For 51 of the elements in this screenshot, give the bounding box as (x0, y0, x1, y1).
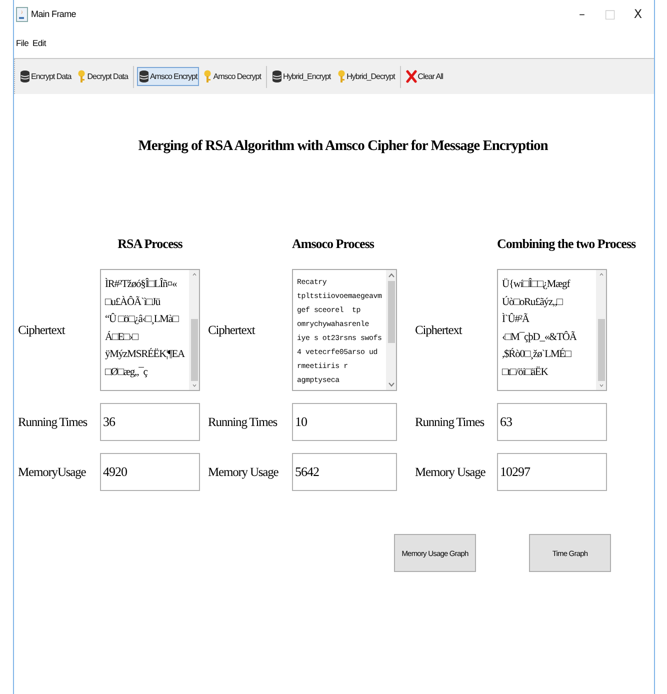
section-title: RSA Process (118, 236, 182, 252)
section-title: Combining the two Process (497, 236, 636, 252)
field-label: MemoryUsage (18, 464, 87, 480)
scroll-up-icon[interactable] (388, 273, 394, 278)
scroll-down-icon[interactable] (190, 384, 198, 387)
toolbar-button[interactable]: Hybrid_Decrypt (334, 67, 397, 86)
window-control-button[interactable]: X (626, 7, 650, 21)
field-label: Memory Usage (208, 464, 280, 480)
database-icon (138, 70, 149, 83)
window-control-button[interactable]: – (570, 7, 594, 21)
ciphertext-area[interactable]: Ü{wí□Î□□¿Mægf Úò□oRu£ãýz„□ Ì`Û#²Ã ‹□M¯çþD_«&TÔÃ ,$Ŕò0□¸žø`LMÉ□ □t□/öi□äËK (497, 269, 607, 391)
running-time-field[interactable]: 10 (292, 403, 397, 441)
scroll-up-icon[interactable] (190, 273, 198, 276)
memory-usage-field[interactable]: 5642 (292, 453, 397, 491)
menu-item[interactable]: Edit (32, 38, 46, 48)
scrollbar[interactable] (189, 270, 199, 390)
field-label: Ciphertext (18, 322, 66, 338)
toolbar-button[interactable]: Decrypt Data (75, 67, 130, 86)
database-icon (20, 70, 30, 83)
toolbar-button[interactable]: Amsco Encrypt (136, 67, 200, 86)
memory-usage-field[interactable]: 4920 (100, 453, 200, 491)
scrollbar[interactable] (386, 270, 396, 390)
scroll-down-icon[interactable] (388, 382, 394, 387)
toolbar-button[interactable]: Hybrid_Encrypt (270, 67, 333, 86)
page-heading: Merging of RSA Algorithm with Amsco Cipher for Message Encryption (137, 138, 550, 155)
scrollbar[interactable] (596, 270, 606, 390)
close-icon (406, 70, 417, 83)
ciphertext: ÌR#²Tžøó§Î□LÎñ¤« □u£ÀÔÃ`ì□Jü “Û □ö□¿â‹□¸LMà□ Á□E□›□ ÿMýzMSRÉËK¦¶EA □Ø□æg„¯ç (104, 277, 186, 380)
field-label: Running Times (208, 414, 278, 430)
key-icon (336, 70, 346, 83)
field-label: Running Times (415, 414, 486, 430)
window-title: Main Frame (31, 9, 76, 19)
toolbar-button[interactable]: Encrypt Data (18, 67, 74, 86)
key-icon (203, 70, 212, 83)
scroll-up-icon[interactable] (598, 273, 604, 276)
ciphertext: Ü{wí□Î□□¿Mægf Úò□oRu£ãýz„□ Ì`Û#²Ã ‹□M¯çþD_«&TÔÃ ,$Ŕò0□¸žø`LMÉ□ □t□/öi□äËK (501, 277, 578, 380)
key-icon (77, 70, 86, 83)
field-label: Ciphertext (415, 322, 464, 338)
field-label: Memory Usage (415, 464, 486, 480)
running-time-field[interactable]: 36 (100, 403, 200, 441)
running-time-field[interactable]: 63 (497, 403, 607, 441)
field-label: Running Times (18, 414, 88, 430)
ciphertext-area[interactable]: ÌR#²Tžøó§Î□LÎñ¤« □u£ÀÔÃ`ì□Jü “Û □ö□¿â‹□¸LMà□ Á□E□›□ ÿMýzMSRÉËK¦¶EA □Ø□æg„¯ç (100, 269, 200, 391)
field-label: Ciphertext (208, 322, 256, 338)
section-title: Amsoco Process (292, 236, 374, 252)
memory-usage-field[interactable]: 10297 (497, 453, 607, 491)
menu-item[interactable]: File (16, 38, 28, 48)
scroll-down-icon[interactable] (598, 384, 604, 387)
toolbar-button[interactable]: Clear All (404, 67, 446, 86)
database-icon (272, 70, 282, 83)
toolbar-button[interactable]: Amsco Decrypt (201, 67, 263, 86)
